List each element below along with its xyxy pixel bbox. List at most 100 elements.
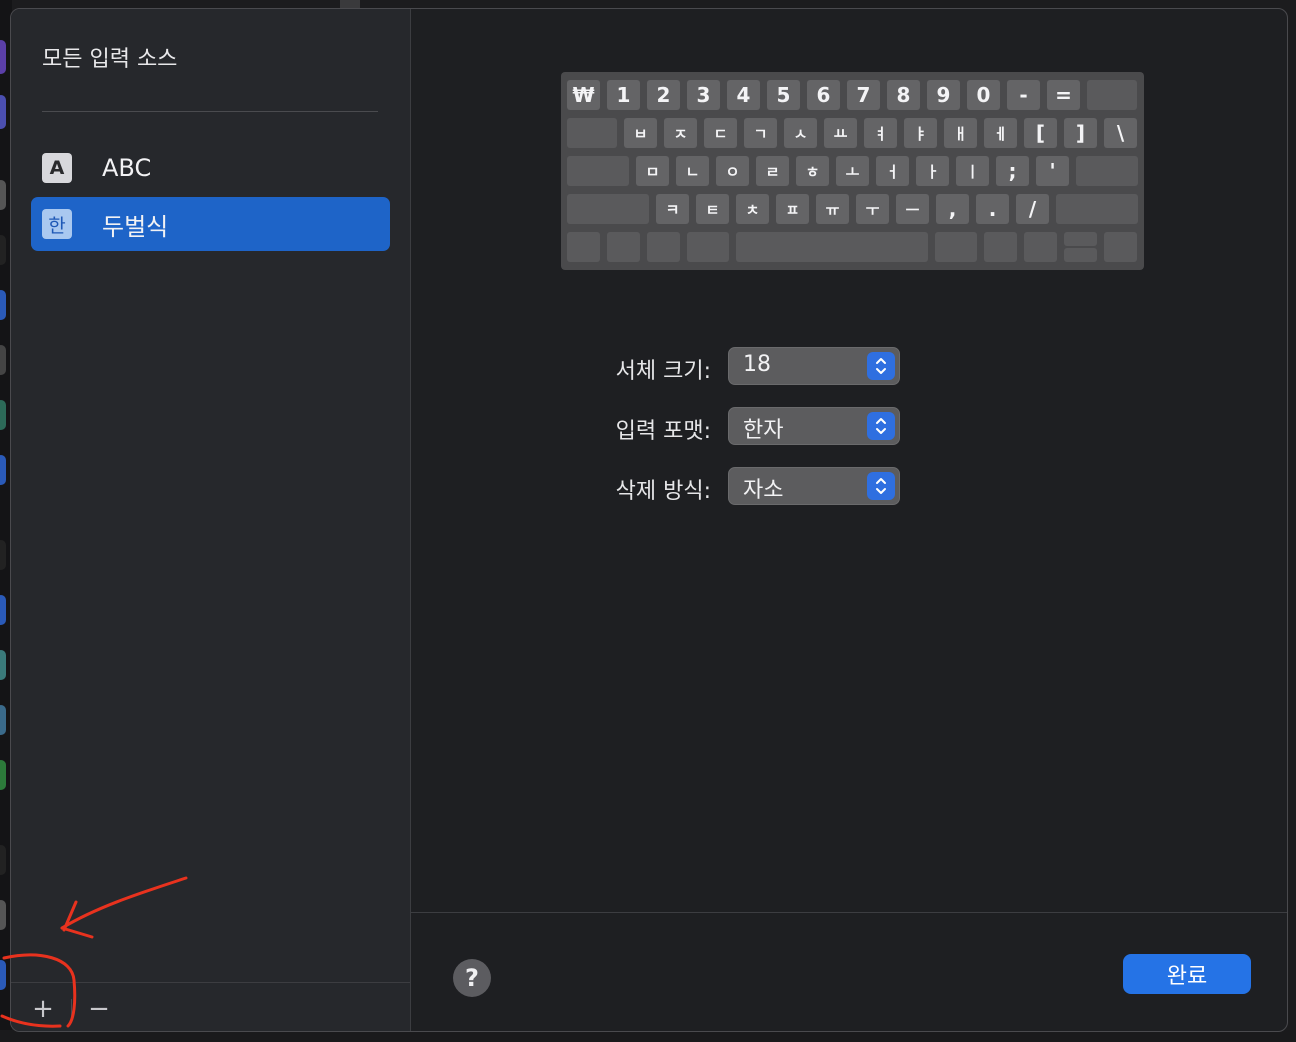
keyboard-key: ' bbox=[1036, 156, 1069, 186]
chevron-updown-icon bbox=[867, 472, 895, 500]
keyboard-key-modifier bbox=[935, 232, 977, 262]
keyboard-key-modifier bbox=[1076, 156, 1138, 186]
keyboard-key: ㅑ bbox=[904, 118, 937, 148]
keyboard-key: ] bbox=[1064, 118, 1097, 148]
keyboard-key: [ bbox=[1024, 118, 1057, 148]
keyboard-key: 6 bbox=[807, 80, 840, 110]
input-source-sidebar: 모든 입력 소스 A ABC 한 두벌식 + − bbox=[11, 9, 411, 1031]
keyboard-key: . bbox=[976, 194, 1009, 224]
hangul-input-icon: 한 bbox=[42, 209, 72, 239]
keyboard-key: ㅗ bbox=[836, 156, 869, 186]
keyboard-key-modifier bbox=[1024, 232, 1057, 262]
keyboard-key: ㅇ bbox=[716, 156, 749, 186]
popup-value: 한자 bbox=[743, 418, 784, 443]
keyboard-key: 8 bbox=[887, 80, 920, 110]
keyboard-key: 1 bbox=[607, 80, 640, 110]
keyboard-key-modifier bbox=[607, 232, 640, 262]
divider bbox=[11, 982, 411, 983]
background-icon bbox=[0, 705, 6, 735]
keyboard-key: 0 bbox=[967, 80, 1000, 110]
keyboard-key: 3 bbox=[687, 80, 720, 110]
input-source-dubeolsik[interactable]: 한 두벌식 bbox=[31, 197, 390, 251]
popup-value: 자소 bbox=[743, 478, 784, 503]
divider bbox=[71, 999, 72, 1021]
keyboard-key-modifier bbox=[1087, 80, 1137, 110]
keyboard-key: ₩ bbox=[567, 80, 600, 110]
keyboard-key-modifier bbox=[567, 194, 649, 224]
keyboard-spacebar bbox=[736, 232, 928, 262]
setting-label: 서체 크기: bbox=[615, 359, 711, 384]
background-icon bbox=[0, 540, 6, 570]
keyboard-key-modifier bbox=[984, 232, 1017, 262]
background-icon bbox=[0, 900, 6, 930]
keyboard-key: \ bbox=[1104, 118, 1137, 148]
done-button[interactable]: 완료 bbox=[1123, 954, 1251, 994]
keyboard-key: ㅊ bbox=[736, 194, 769, 224]
keyboard-key: ㅈ bbox=[664, 118, 697, 148]
setting-label: 삭제 방식: bbox=[615, 479, 711, 504]
keyboard-key: ㅛ bbox=[824, 118, 857, 148]
keyboard-key-modifier bbox=[567, 232, 600, 262]
sidebar-title: 모든 입력 소스 bbox=[42, 47, 178, 72]
keyboard-key: ㄹ bbox=[756, 156, 789, 186]
keyboard-key: ; bbox=[996, 156, 1029, 186]
keyboard-key-modifier bbox=[1056, 194, 1138, 224]
background-icon bbox=[0, 845, 6, 875]
background-icon bbox=[0, 345, 6, 375]
keyboard-key: ㅏ bbox=[916, 156, 949, 186]
divider bbox=[411, 912, 1287, 913]
keyboard-key: ㄷ bbox=[704, 118, 737, 148]
input-source-detail: ₩1 2 3 4 5 6 7 8 9 0- = ㅂㅈㄷㄱㅅㅛㅕㅑㅐㅔ[] \ ㅁㄴㅇㄹㅎㅗㅓㅏㅣ; ' ㅋㅌㅊ… bbox=[411, 9, 1287, 1031]
keyboard-layout-preview: ₩1 2 3 4 5 6 7 8 9 0- = ㅂㅈㄷㄱㅅㅛㅕㅑㅐㅔ[] \ ㅁㄴㅇㄹㅎㅗㅓㅏㅣ; ' ㅋㅌㅊ… bbox=[561, 72, 1144, 270]
help-button[interactable]: ? bbox=[453, 959, 491, 997]
add-input-source-button[interactable]: + bbox=[23, 994, 63, 1024]
keyboard-key: 4 bbox=[727, 80, 760, 110]
font-size-popup[interactable]: 18 bbox=[728, 347, 900, 385]
background-icon bbox=[0, 400, 6, 430]
delete-method-popup[interactable]: 자소 bbox=[728, 467, 900, 505]
setting-input-format: 입력 포맷: 한자 bbox=[411, 407, 1287, 447]
background-icon bbox=[0, 455, 6, 485]
background-icon bbox=[0, 760, 6, 790]
keyboard-key: ㅎ bbox=[796, 156, 829, 186]
background-icon bbox=[0, 235, 6, 265]
background-icon bbox=[0, 40, 6, 74]
keyboard-key: ㅔ bbox=[984, 118, 1017, 148]
keyboard-key-modifier bbox=[1104, 232, 1137, 262]
keyboard-key: ㅁ bbox=[636, 156, 669, 186]
keyboard-key: ㅂ bbox=[624, 118, 657, 148]
keyboard-key: ㅣ bbox=[956, 156, 989, 186]
input-source-label: ABC bbox=[102, 154, 152, 182]
keyboard-key-modifier bbox=[567, 156, 629, 186]
keyboard-key: ㅠ bbox=[816, 194, 849, 224]
keyboard-key: ㄴ bbox=[676, 156, 709, 186]
input-source-abc[interactable]: A ABC bbox=[31, 141, 390, 195]
setting-label: 입력 포맷: bbox=[615, 419, 711, 444]
background-icon bbox=[0, 650, 6, 680]
keyboard-key: / bbox=[1016, 194, 1049, 224]
background-scrollbar bbox=[340, 0, 360, 8]
chevron-updown-icon bbox=[867, 412, 895, 440]
keyboard-key: , bbox=[936, 194, 969, 224]
keyboard-key: ㅋ bbox=[656, 194, 689, 224]
input-sources-sheet: 모든 입력 소스 A ABC 한 두벌식 + − ₩1 2 3 4 5 6 7 8 9 0- = ㅂㅈ… bbox=[10, 8, 1288, 1032]
input-source-label: 두벌식 bbox=[102, 212, 169, 241]
input-format-popup[interactable]: 한자 bbox=[728, 407, 900, 445]
setting-delete-method: 삭제 방식: 자소 bbox=[411, 467, 1287, 507]
keyboard-key: - bbox=[1007, 80, 1040, 110]
remove-input-source-button[interactable]: − bbox=[79, 994, 119, 1024]
keyboard-key: ㅐ bbox=[944, 118, 977, 148]
keyboard-key: ㅍ bbox=[776, 194, 809, 224]
keyboard-key: 5 bbox=[767, 80, 800, 110]
keyboard-key: ㅕ bbox=[864, 118, 897, 148]
background-icon bbox=[0, 290, 6, 320]
keyboard-key: ㅜ bbox=[856, 194, 889, 224]
popup-value: 18 bbox=[743, 352, 771, 377]
keyboard-key: 9 bbox=[927, 80, 960, 110]
keyboard-key: ㅓ bbox=[876, 156, 909, 186]
keyboard-key: ㅡ bbox=[896, 194, 929, 224]
background-icon bbox=[0, 595, 6, 625]
keyboard-key: 2 bbox=[647, 80, 680, 110]
divider bbox=[42, 111, 378, 112]
keyboard-key: 7 bbox=[847, 80, 880, 110]
